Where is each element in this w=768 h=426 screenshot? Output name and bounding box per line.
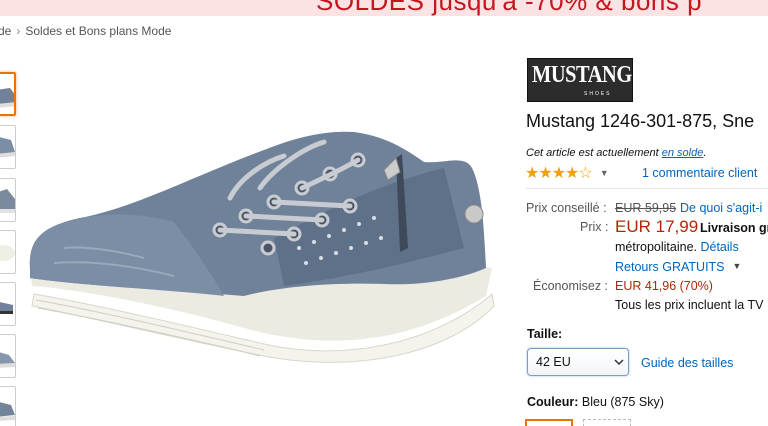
product-image[interactable] bbox=[24, 118, 500, 368]
promo-banner[interactable]: SOLDES jusqu'à -70% & bons p bbox=[0, 0, 768, 16]
thumbnail-2[interactable] bbox=[0, 125, 16, 169]
brand-logo-subtext: SHOES bbox=[584, 91, 612, 97]
chevron-down-icon bbox=[614, 359, 624, 366]
sale-note-prefix: Cet article est actuellement bbox=[526, 147, 662, 159]
color-swatch[interactable] bbox=[583, 419, 631, 426]
sale-note-suffix: . bbox=[703, 147, 707, 159]
brand-logo[interactable]: MUSTANG SHOES bbox=[527, 58, 633, 102]
color-label-text: Couleur: bbox=[527, 395, 579, 409]
free-returns-label: Retours GRATUITS bbox=[615, 260, 725, 274]
thumbnail-1[interactable] bbox=[0, 72, 16, 116]
star-rating-icon: ★★★★☆ bbox=[525, 165, 593, 182]
color-label: Couleur: Bleu (875 Sky) bbox=[527, 395, 664, 409]
details-link[interactable]: Détails bbox=[700, 240, 738, 254]
delivery-details: métropolitaine. Détails bbox=[615, 240, 739, 254]
savings-label: Économisez : bbox=[533, 279, 609, 293]
list-price: EUR 59,95 bbox=[615, 201, 677, 215]
thumbnail-5[interactable] bbox=[0, 282, 16, 326]
color-swatch-selected[interactable] bbox=[525, 419, 573, 426]
brand-logo-text: MUSTANG bbox=[532, 62, 632, 88]
free-returns-link[interactable]: Retours GRATUITS ▼ bbox=[615, 260, 741, 274]
returns-dropdown-icon[interactable]: ▼ bbox=[733, 261, 742, 271]
thumbnail-3[interactable] bbox=[0, 178, 16, 222]
size-select[interactable]: 42 EU bbox=[527, 348, 629, 376]
breadcrumb-item[interactable]: de bbox=[0, 24, 11, 38]
delivery-note: Livraison gr bbox=[700, 221, 768, 235]
thumbnail-4[interactable] bbox=[0, 230, 16, 274]
list-price-explain-link[interactable]: De quoi s'agit-i bbox=[680, 201, 762, 215]
thumbnail-7[interactable] bbox=[0, 386, 16, 426]
delivery-region: métropolitaine. bbox=[615, 240, 697, 254]
reviews-link[interactable]: 1 commentaire client bbox=[642, 166, 757, 180]
size-label: Taille: bbox=[527, 327, 563, 341]
breadcrumb-separator-icon: › bbox=[16, 24, 21, 38]
savings-value: EUR 41,96 (70%) bbox=[615, 279, 713, 293]
size-guide-link[interactable]: Guide des tailles bbox=[641, 356, 733, 370]
rating-dropdown-icon[interactable]: ▼ bbox=[600, 168, 609, 178]
sale-link[interactable]: en solde bbox=[662, 147, 704, 159]
breadcrumb: de › Soldes et Bons plans Mode bbox=[0, 24, 171, 38]
price: EUR 17,99 bbox=[615, 217, 699, 236]
rating-stars[interactable]: ★★★★☆ ▼ bbox=[525, 163, 609, 182]
sale-note: Cet article est actuellement en solde. bbox=[526, 147, 706, 159]
promo-banner-text: SOLDES jusqu'à -70% & bons p bbox=[316, 0, 703, 16]
list-price-label: Prix conseillé : bbox=[526, 201, 607, 215]
size-selected-value: 42 EU bbox=[536, 355, 571, 369]
product-title: Mustang 1246-301-875, Sne bbox=[526, 111, 755, 131]
thumbnail-6[interactable] bbox=[0, 334, 16, 378]
price-label: Prix : bbox=[580, 220, 609, 234]
tax-note: Tous les prix incluent la TV bbox=[615, 298, 764, 312]
divider bbox=[526, 188, 768, 189]
breadcrumb-item[interactable]: Soldes et Bons plans Mode bbox=[25, 24, 171, 38]
color-value: Bleu (875 Sky) bbox=[581, 395, 664, 409]
